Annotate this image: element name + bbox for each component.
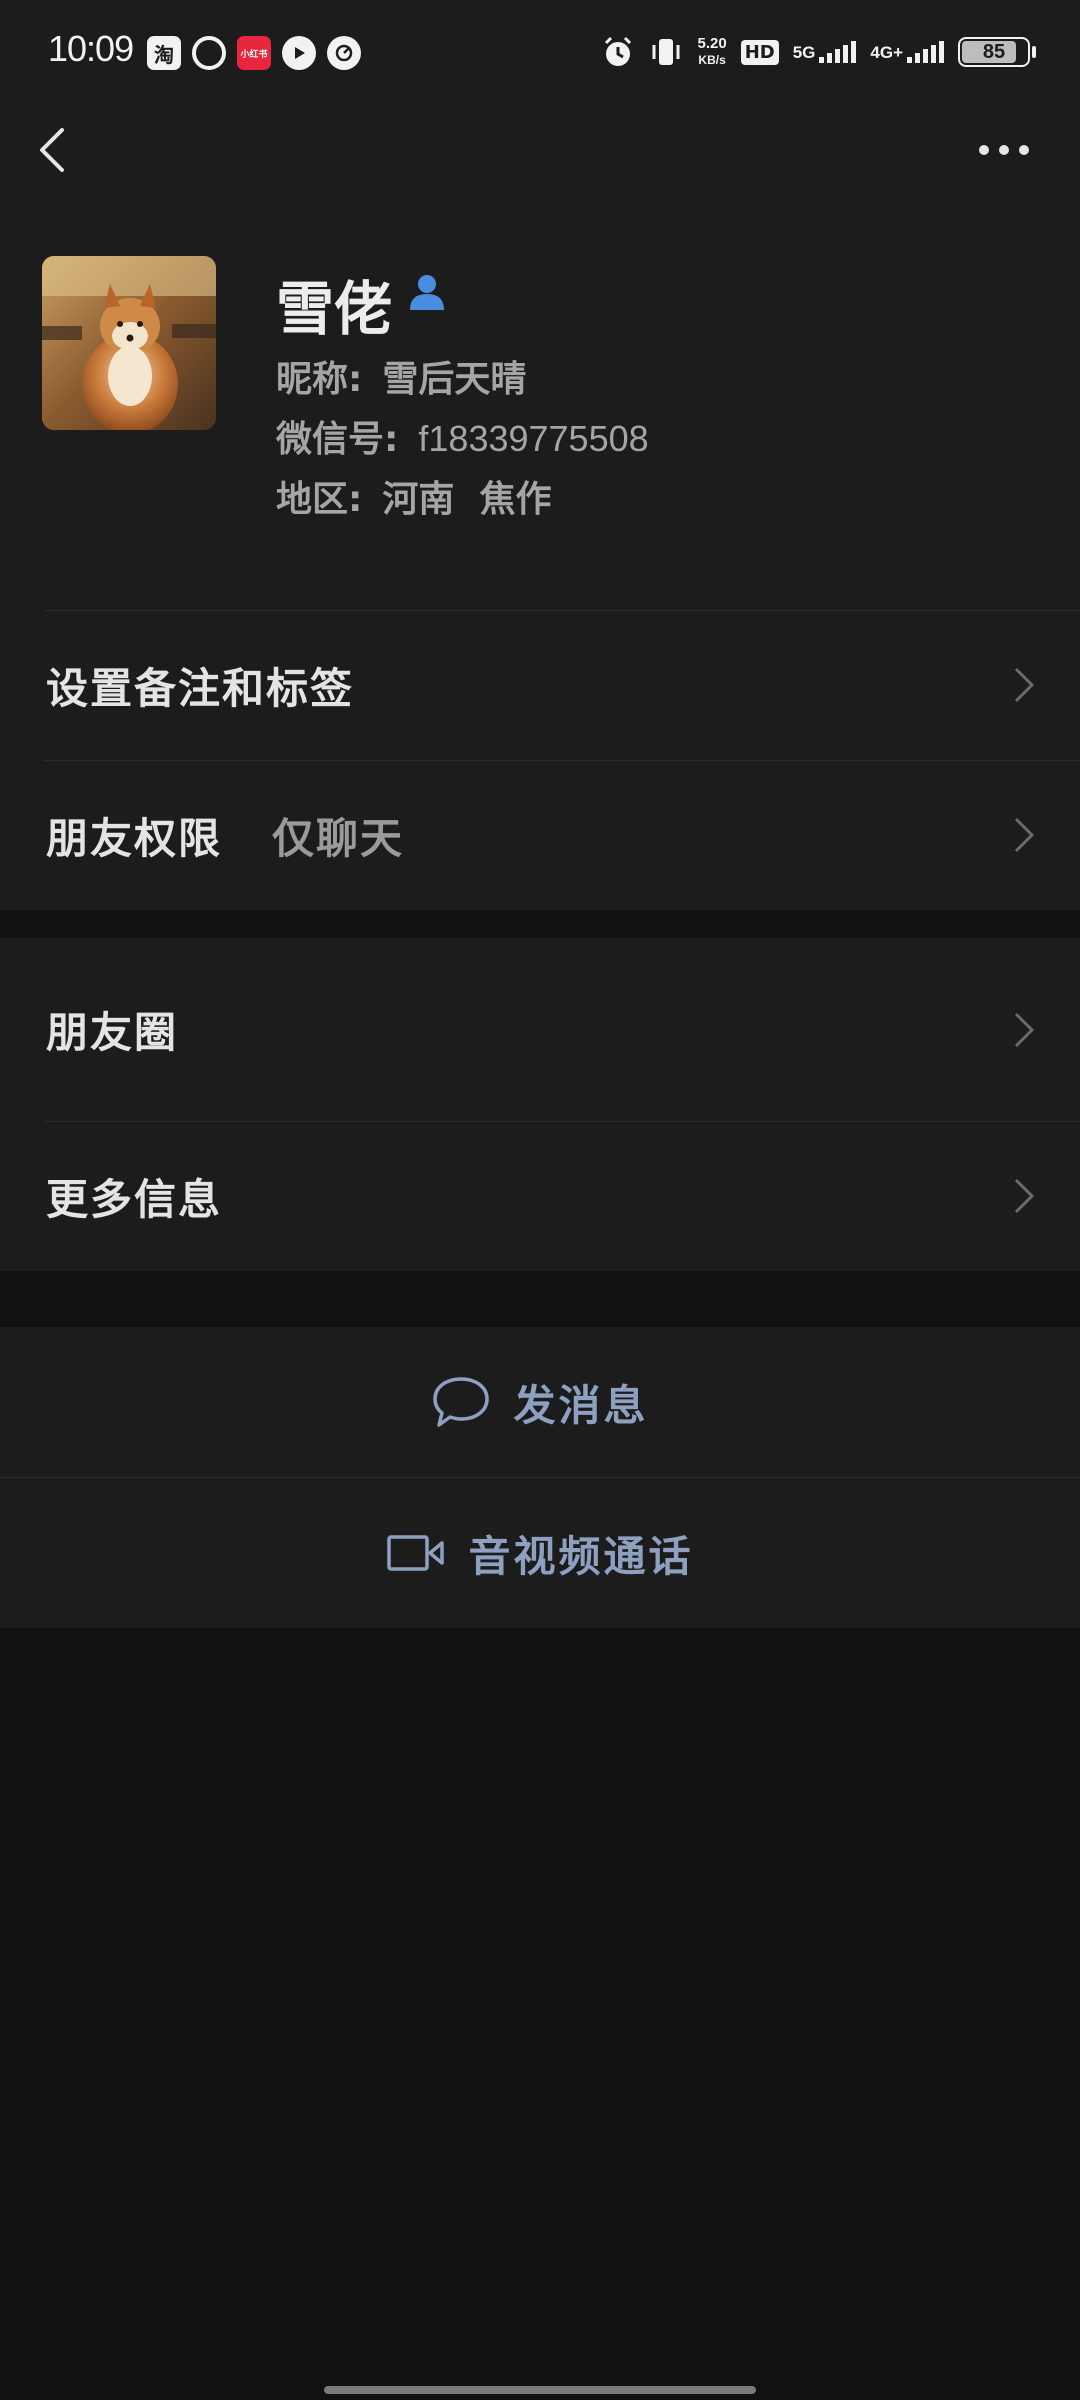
divider	[44, 760, 1080, 761]
avatar[interactable]	[42, 256, 216, 430]
settings-card-2: 朋友圈 更多信息	[0, 938, 1080, 1271]
settings-card-1: 设置备注和标签 朋友权限 仅聊天	[0, 610, 1080, 910]
system-icons: 5.20 KB/s HD 5G 4G+ 85	[601, 28, 1036, 76]
taobao-icon: 淘	[147, 36, 181, 70]
friend-permission-row[interactable]: 朋友权限 仅聊天	[0, 760, 1080, 910]
chevron-left-icon	[40, 128, 64, 172]
chevron-right-icon	[1014, 1012, 1035, 1047]
region-label: 地区:	[276, 479, 363, 520]
nickname-value: 雪后天晴	[382, 359, 527, 400]
send-message-label: 发消息	[513, 1380, 649, 1430]
more-dots-icon	[979, 145, 989, 155]
video-camera-icon	[387, 1535, 445, 1571]
sim2-signal: 4G+	[870, 41, 944, 63]
sim1-signal: 5G	[793, 41, 857, 63]
nickname-line: 昵称: 雪后天晴	[276, 350, 526, 402]
friend-permission-value: 仅聊天	[272, 813, 405, 863]
wechat-id-value: f18339775508	[418, 418, 649, 459]
more-info-label: 更多信息	[46, 1174, 223, 1224]
friend-permission-label: 朋友权限	[46, 813, 223, 863]
region-value: 河南 焦作	[382, 479, 552, 520]
chevron-right-icon	[1014, 1178, 1035, 1214]
fox-avatar-image	[42, 256, 216, 430]
status-bar: 10:09 淘 小红书 5.20 KB/s HD 5G 4G+ 85	[0, 0, 1080, 100]
profile-header: 雪佬 昵称: 雪后天晴 微信号: f18339775508 地区: 河南 焦作	[0, 200, 1080, 610]
net-speed: 5.20 KB/s	[697, 35, 727, 67]
video-call-label: 音视频通话	[468, 1531, 694, 1581]
profile-name: 雪佬	[276, 275, 393, 343]
alarm-icon	[605, 36, 632, 66]
moments-row[interactable]: 朋友圈	[0, 938, 1080, 1121]
signal-bars-icon	[819, 41, 857, 63]
home-indicator[interactable]	[324, 2386, 756, 2394]
more-button[interactable]	[964, 120, 1044, 180]
moments-label: 朋友圈	[46, 1008, 179, 1057]
battery-icon: 85	[958, 37, 1036, 67]
status-time: 10:09	[48, 28, 134, 69]
divider	[44, 610, 1080, 611]
region-line: 地区: 河南 焦作	[276, 470, 551, 522]
chat-bubble-icon	[433, 1377, 490, 1427]
video-app-icon	[282, 36, 316, 70]
nickname-label: 昵称:	[276, 359, 363, 400]
battery-level: 85	[982, 41, 1006, 63]
signal-bars-icon	[907, 41, 944, 63]
remark-tags-label: 设置备注和标签	[46, 663, 355, 713]
nav-bar	[0, 100, 1080, 200]
hd-voice-icon: HD	[740, 39, 779, 65]
video-call-button[interactable]: 音视频通话	[0, 1478, 1080, 1628]
wechat-id-label: 微信号:	[276, 419, 399, 460]
more-info-row[interactable]: 更多信息	[0, 1121, 1080, 1271]
vibrate-icon	[652, 39, 680, 65]
male-gender-icon	[410, 275, 444, 310]
remark-tags-row[interactable]: 设置备注和标签	[0, 610, 1080, 760]
back-button[interactable]	[30, 120, 90, 180]
speed-app-icon	[327, 36, 361, 70]
xiaohongshu-icon: 小红书	[237, 36, 271, 70]
send-message-button[interactable]: 发消息	[0, 1327, 1080, 1477]
divider	[44, 1121, 1080, 1122]
search-app-icon	[192, 36, 226, 70]
chevron-right-icon	[1014, 667, 1035, 703]
chevron-right-icon	[1014, 817, 1035, 853]
wechat-id-line[interactable]: 微信号: f18339775508	[276, 410, 649, 462]
